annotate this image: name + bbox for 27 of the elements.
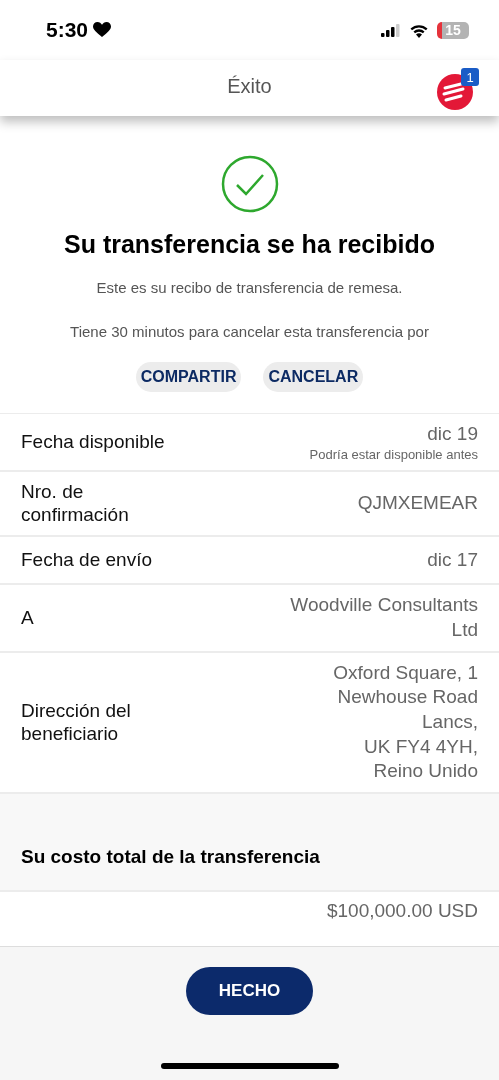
screen-title: Éxito bbox=[227, 74, 272, 98]
battery-icon: 15 bbox=[437, 21, 469, 39]
detail-value: Woodville Consultants Ltd bbox=[290, 593, 478, 642]
signal-icon bbox=[381, 23, 401, 37]
done-button[interactable]: HECHO bbox=[186, 967, 313, 1015]
detail-label: Fecha disponible bbox=[21, 429, 165, 454]
detail-label: Fecha de envío bbox=[21, 548, 152, 573]
heart-icon bbox=[93, 22, 112, 38]
detail-note: Podría estar disponible antes bbox=[309, 446, 478, 462]
detail-value: Oxford Square, 1 Newhouse Road Lancs, UK FY4 4YH, Reino Unido bbox=[333, 660, 478, 784]
amount-value: $100,000.00 USD bbox=[326, 900, 478, 922]
section-heading: Su costo total de la transferencia bbox=[21, 846, 321, 868]
success-heading: Su transferencia se ha recibido bbox=[64, 230, 435, 259]
detail-label: A bbox=[21, 606, 34, 630]
detail-value: QJMXEMEAR bbox=[357, 491, 478, 516]
cancel-notice: Tiene 30 minutos para cancelar esta transferencia por bbox=[70, 323, 429, 340]
clock-time: 5:30 bbox=[46, 18, 89, 42]
notification-badge: 1 bbox=[461, 68, 479, 86]
share-button[interactable]: COMPARTIR bbox=[135, 362, 242, 392]
receipt-text: Este es su recibo de transferencia de remesa. bbox=[96, 279, 403, 296]
detail-value: dic 17 bbox=[427, 547, 478, 572]
detail-value: dic 19 bbox=[427, 422, 478, 446]
detail-label: Nro. de confirmación bbox=[21, 479, 130, 528]
checkmark-icon bbox=[220, 155, 279, 213]
cancel-button[interactable]: CANCELAR bbox=[263, 362, 364, 392]
wifi-icon bbox=[409, 22, 429, 38]
detail-label: Dirección del beneficiario bbox=[21, 698, 132, 747]
